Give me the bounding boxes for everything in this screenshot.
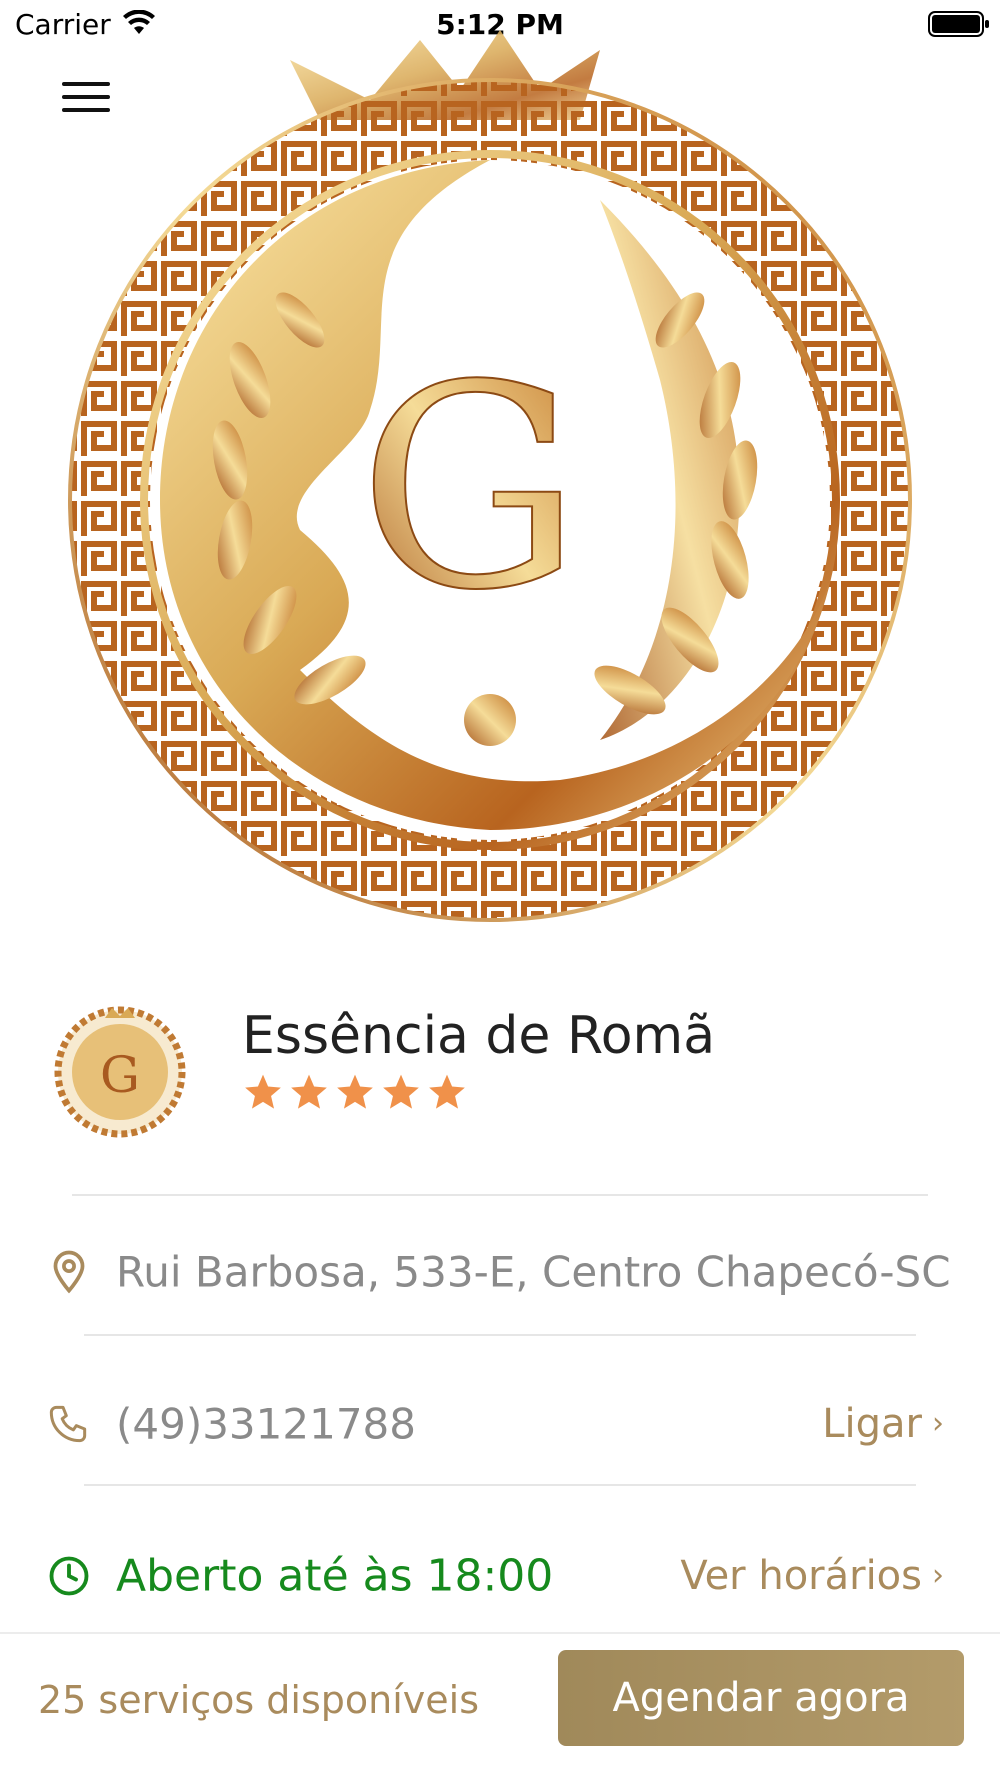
- address-row[interactable]: Rui Barbosa, 533-E, Centro Chapecó-SC: [48, 1232, 951, 1312]
- hamburger-menu-icon: [62, 82, 110, 86]
- chevron-right-icon: ›: [932, 1558, 944, 1593]
- address-text: Rui Barbosa, 533-E, Centro Chapecó-SC: [116, 1247, 951, 1297]
- book-now-button[interactable]: Agendar agora: [558, 1650, 964, 1746]
- call-link[interactable]: Ligar ›: [822, 1401, 944, 1447]
- phone-number: (49)33121788: [116, 1399, 416, 1449]
- menu-button[interactable]: [62, 82, 112, 122]
- divider: [72, 1194, 928, 1196]
- business-avatar: G: [54, 1006, 186, 1138]
- star-icon: [337, 1074, 373, 1109]
- svg-text:G: G: [100, 1046, 140, 1104]
- business-logo-hero: G: [68, 30, 912, 922]
- star-icon: [429, 1074, 465, 1109]
- clock-icon: [49, 1556, 89, 1596]
- divider: [84, 1334, 916, 1336]
- hours-row: Aberto até às 18:00 Ver horários ›: [48, 1536, 948, 1616]
- divider: [84, 1484, 916, 1486]
- chevron-right-icon: ›: [932, 1406, 944, 1441]
- phone-row: (49)33121788 Ligar ›: [48, 1384, 948, 1464]
- star-icon: [245, 1074, 281, 1109]
- business-header: G Essência de Romã: [50, 998, 950, 1148]
- star-icon: [383, 1074, 419, 1109]
- booking-footer: 25 serviços disponíveis Agendar agora: [0, 1632, 1000, 1780]
- services-count: 25 serviços disponíveis: [38, 1678, 480, 1722]
- open-status: Aberto até às 18:00: [116, 1550, 554, 1602]
- star-icon: [291, 1074, 327, 1109]
- rating-stars: [242, 1072, 468, 1114]
- map-pin-icon: [53, 1250, 85, 1294]
- phone-icon: [49, 1405, 87, 1443]
- view-hours-link[interactable]: Ver horários ›: [680, 1553, 944, 1599]
- business-name: Essência de Romã: [242, 1006, 716, 1066]
- svg-text:G: G: [358, 326, 582, 652]
